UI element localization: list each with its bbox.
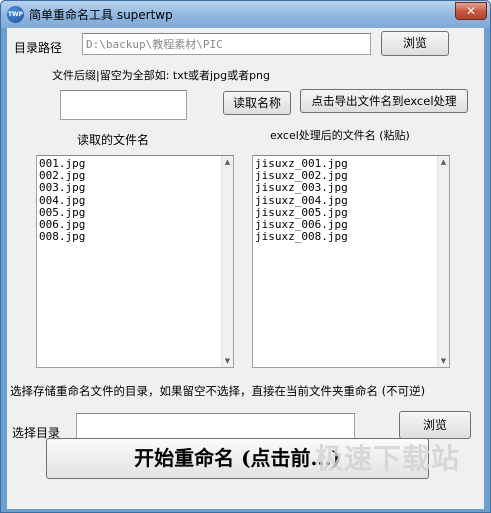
app-icon: TWP [7,6,24,23]
list-item: jisuxz_004.jpg [255,193,348,207]
scroll-down-icon[interactable]: ▼ [438,355,449,367]
processed-filename-items: jisuxz_001.jpg jisuxz_002.jpg jisuxz_003… [255,157,348,244]
title-bar[interactable]: TWP 简单重命名工具 supertwp ✕ [1,1,490,28]
read-names-button[interactable]: 读取名称 [223,91,291,115]
processed-list-scrollbar[interactable]: ▲ ▼ [437,156,449,367]
source-list-scrollbar[interactable]: ▲ ▼ [221,156,233,367]
processed-filename-list[interactable]: jisuxz_001.jpg jisuxz_002.jpg jisuxz_003… [252,155,450,368]
directory-path-input[interactable]: D:\backup\教程素材\PIC [82,33,371,55]
list-item: 003.jpg [39,181,86,195]
scroll-down-icon[interactable]: ▼ [222,355,233,367]
list-item: jisuxz_008.jpg [255,230,348,244]
close-button[interactable]: ✕ [455,2,487,20]
watermark-text: 极速下载站 [315,442,461,475]
export-excel-button[interactable]: 点击导出文件名到excel处理 [300,89,468,113]
scroll-up-icon[interactable]: ▲ [222,156,233,168]
app-window: TWP 简单重命名工具 supertwp ✕ 目录路径 D:\backup\教程… [0,0,491,513]
list-item: 004.jpg [39,193,86,207]
directory-path-value: D:\backup\教程素材\PIC [86,38,223,51]
list-item: jisuxz_003.jpg [255,181,348,195]
scroll-up-icon[interactable]: ▲ [438,156,449,168]
left-list-heading: 读取的文件名 [77,133,150,147]
source-filename-list[interactable]: 001.jpg 002.jpg 003.jpg 004.jpg 005.jpg … [36,155,234,368]
suffix-hint: 文件后缀|留空为全部如: txt或者jpg或者png [52,69,271,82]
output-directory-note: 选择存储重命名文件的目录，如果留空不选择，直接在当前文件夹重命名 (不可逆) [10,384,426,398]
output-browse-button[interactable]: 浏览 [399,411,471,439]
source-filename-items: 001.jpg 002.jpg 003.jpg 004.jpg 005.jpg … [39,157,86,244]
suffix-input[interactable] [60,90,187,120]
right-list-heading: excel处理后的文件名 (粘贴) [270,129,410,142]
directory-browse-button[interactable]: 浏览 [381,31,449,56]
list-item: 008.jpg [39,230,86,244]
window-title: 简单重命名工具 supertwp [29,8,173,22]
directory-label: 目录路径 [14,41,63,55]
